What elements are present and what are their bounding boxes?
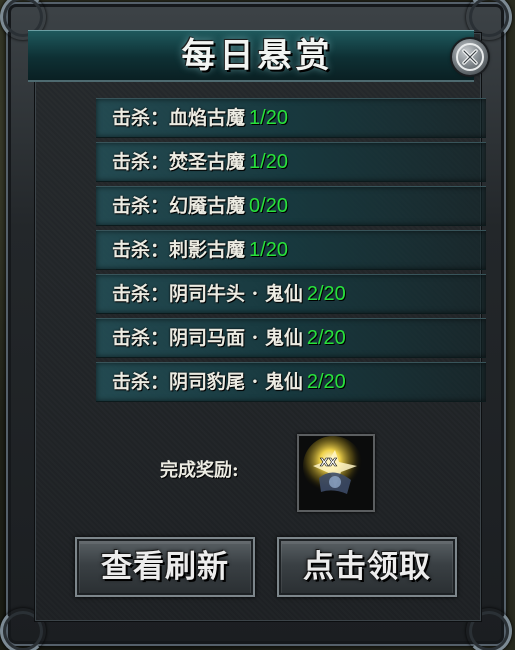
task-label: 击杀：幻魇古魔 [112, 195, 246, 217]
task-progress: 1/20 [249, 151, 288, 173]
view-refresh-button[interactable]: 查看刷新 [75, 537, 255, 597]
dialog-title: 每日悬赏 [181, 36, 334, 76]
task-label: 击杀：阴司马面 · 鬼仙 [112, 327, 303, 349]
task-row: 击杀：焚圣古魔 1/20 [96, 142, 486, 182]
task-row: 击杀：血焰古魔 1/20 [96, 98, 486, 138]
task-progress: 1/20 [249, 239, 288, 261]
task-label: 击杀：焚圣古魔 [112, 151, 246, 173]
task-progress: 2/20 [306, 327, 346, 349]
close-button[interactable] [452, 39, 488, 75]
task-row: 击杀：幻魇古魔 0/20 [96, 186, 486, 226]
task-label: 击杀：刺影古魔 [112, 239, 246, 261]
claim-reward-label: 点击领取 [303, 549, 431, 585]
task-progress: 2/20 [306, 371, 346, 393]
glowing-treasure-item-icon: XX [299, 436, 373, 510]
task-progress: 1/20 [249, 107, 288, 129]
task-row: 击杀：刺影古魔 1/20 [96, 230, 486, 270]
task-row: 击杀：阴司马面 · 鬼仙 2/20 [96, 318, 486, 358]
task-row: 击杀：阴司牛头 · 鬼仙 2/20 [96, 274, 486, 314]
svg-text:XX: XX [320, 456, 337, 469]
claim-reward-button[interactable]: 点击领取 [277, 537, 457, 597]
task-row: 击杀：阴司豹尾 · 鬼仙 2/20 [96, 362, 486, 402]
task-label: 击杀：血焰古魔 [112, 107, 246, 129]
task-label: 击杀：阴司豹尾 · 鬼仙 [112, 371, 303, 393]
view-refresh-label: 查看刷新 [101, 549, 229, 585]
reward-item-slot[interactable]: XX [297, 434, 375, 512]
close-icon [456, 43, 484, 71]
task-progress: 2/20 [306, 283, 346, 305]
reward-label: 完成奖励: [160, 460, 239, 481]
task-label: 击杀：阴司牛头 · 鬼仙 [112, 283, 303, 305]
task-progress: 0/20 [249, 195, 288, 217]
